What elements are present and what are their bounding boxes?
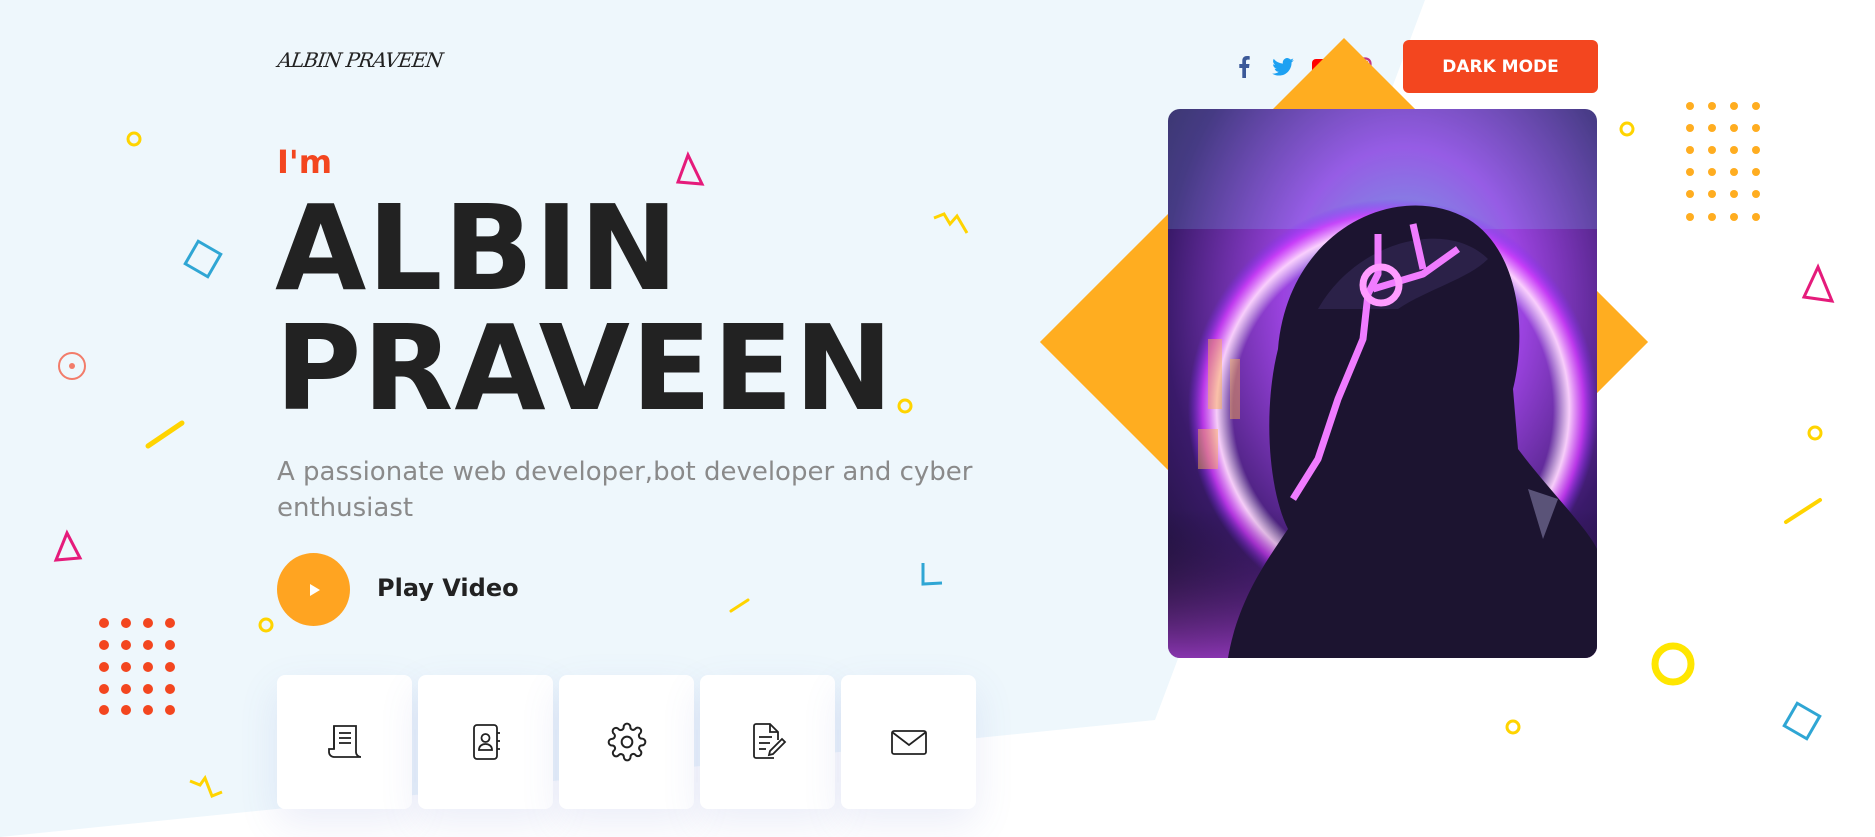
dark-mode-button[interactable]: DARK MODE bbox=[1403, 40, 1598, 93]
hero-last-name: PRAVEEN bbox=[275, 299, 894, 437]
play-video-button[interactable] bbox=[277, 553, 350, 626]
resume-tile[interactable] bbox=[277, 675, 412, 809]
contact-book-icon bbox=[472, 724, 500, 760]
hero-first-name: ALBIN bbox=[275, 179, 680, 317]
play-video-label[interactable]: Play Video bbox=[377, 574, 519, 602]
mail-icon bbox=[890, 730, 927, 755]
contact-tile[interactable] bbox=[418, 675, 553, 809]
intro-text: I'm bbox=[277, 143, 333, 181]
quick-links bbox=[277, 675, 976, 809]
site-logo[interactable]: ALBIN PRAVEEN bbox=[276, 48, 444, 72]
hero-tagline: A passionate web developer,bot developer… bbox=[277, 457, 973, 523]
document-tile[interactable] bbox=[700, 675, 835, 809]
twitter-icon[interactable] bbox=[1272, 56, 1294, 78]
facebook-icon[interactable] bbox=[1233, 56, 1255, 78]
settings-tile[interactable] bbox=[559, 675, 694, 809]
gear-icon bbox=[607, 722, 646, 762]
document-edit-icon bbox=[752, 723, 786, 759]
mail-tile[interactable] bbox=[841, 675, 976, 809]
play-icon bbox=[309, 583, 320, 596]
profile-image bbox=[1168, 109, 1597, 658]
hero-name: ALBIN PRAVEEN bbox=[275, 188, 894, 428]
resume-scroll-icon bbox=[327, 725, 361, 758]
